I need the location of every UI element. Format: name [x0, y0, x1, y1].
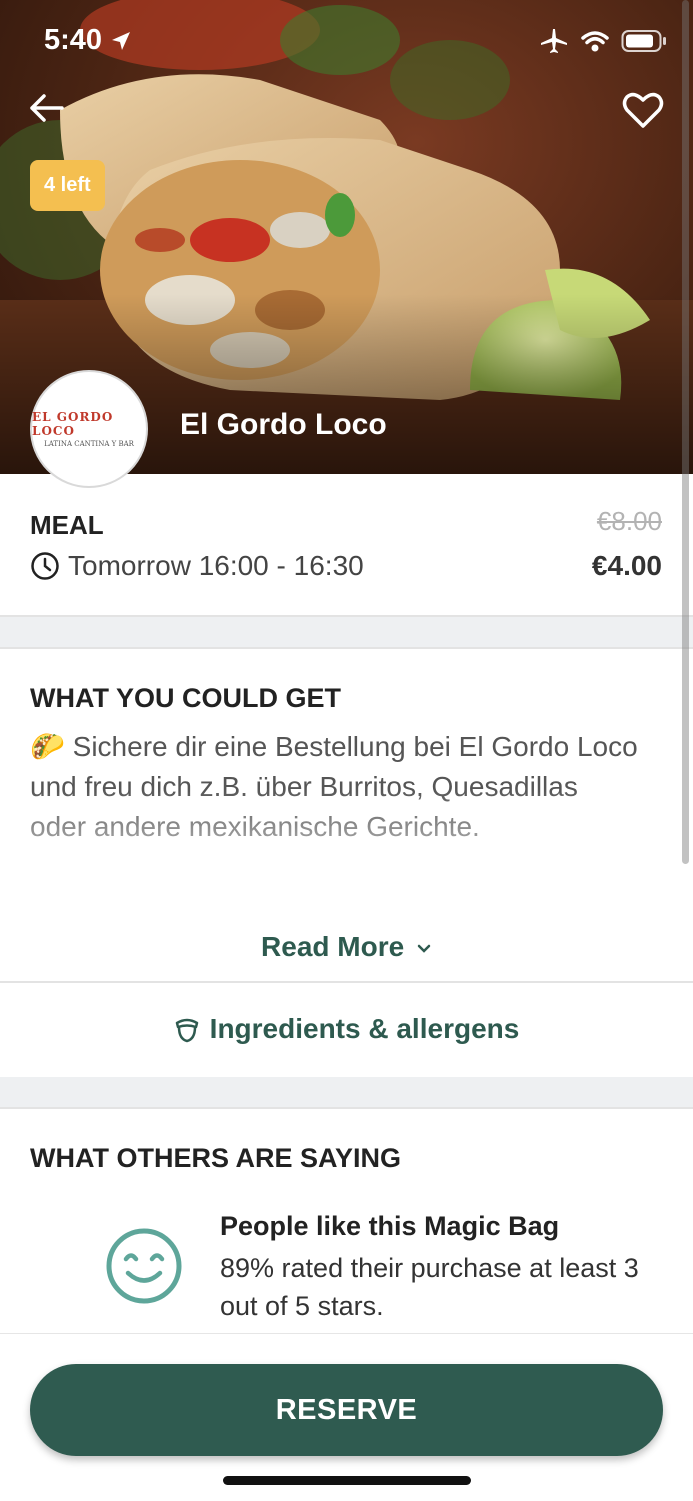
scrollbar[interactable]	[682, 0, 689, 864]
status-time: 5:40	[44, 24, 103, 56]
taco-emoji: 🌮	[30, 731, 65, 762]
ingredients-allergens-button[interactable]: Ingredients & allergens	[0, 983, 693, 1075]
meal-type: MEAL	[30, 510, 104, 540]
heart-icon[interactable]	[621, 88, 665, 132]
discounted-price: €4.00	[591, 550, 662, 581]
home-indicator	[223, 1476, 471, 1485]
ingredients-label: Ingredients & allergens	[209, 1013, 520, 1044]
items-left-badge: 4 left	[30, 160, 105, 211]
battery-icon	[621, 30, 666, 52]
description-section: WHAT YOU COULD GET 🌮 Sichere dir eine Be…	[0, 649, 693, 981]
status-icons	[539, 28, 667, 54]
description-fade	[0, 789, 693, 889]
logo-text: EL GORDO LOCO	[32, 410, 114, 438]
read-more-button[interactable]: Read More	[0, 931, 693, 963]
logo-subtext: LATINA CANTINA Y BAR	[44, 440, 134, 448]
review-summary: 89% rated their purchase at least 3 out …	[220, 1253, 639, 1321]
location-arrow-icon	[112, 32, 130, 50]
wifi-icon	[581, 31, 609, 52]
section-separator	[0, 1077, 693, 1109]
smiley-icon	[106, 1228, 182, 1304]
reviews-title: WHAT OTHERS ARE SAYING	[30, 1143, 402, 1173]
chevron-down-icon	[417, 944, 431, 953]
section-separator	[0, 617, 693, 649]
offer-summary: MEAL Tomorrow 16:00 - 16:30 €8.00 €4.00	[0, 474, 693, 617]
review-headline: People like this Magic Bag	[220, 1211, 560, 1241]
reserve-button[interactable]: RESERVE	[30, 1364, 663, 1456]
read-more-label: Read More	[261, 931, 405, 962]
clock-icon	[31, 552, 59, 580]
pickup-window: Tomorrow 16:00 - 16:30	[30, 550, 364, 582]
acorn-icon	[175, 1018, 198, 1043]
original-price: €8.00	[596, 506, 662, 536]
store-name: El Gordo Loco	[180, 408, 387, 441]
back-arrow-icon[interactable]	[26, 86, 70, 130]
pickup-time: Tomorrow 16:00 - 16:30	[68, 550, 364, 581]
reviews-section: WHAT OTHERS ARE SAYING People like this …	[0, 1109, 693, 1333]
airplane-icon	[541, 29, 567, 53]
status-bar: 5:40	[0, 0, 693, 90]
description-title: WHAT YOU COULD GET	[30, 683, 341, 713]
store-logo: EL GORDO LOCO LATINA CANTINA Y BAR	[30, 370, 148, 488]
bottom-action-bar: RESERVE	[0, 1333, 693, 1501]
